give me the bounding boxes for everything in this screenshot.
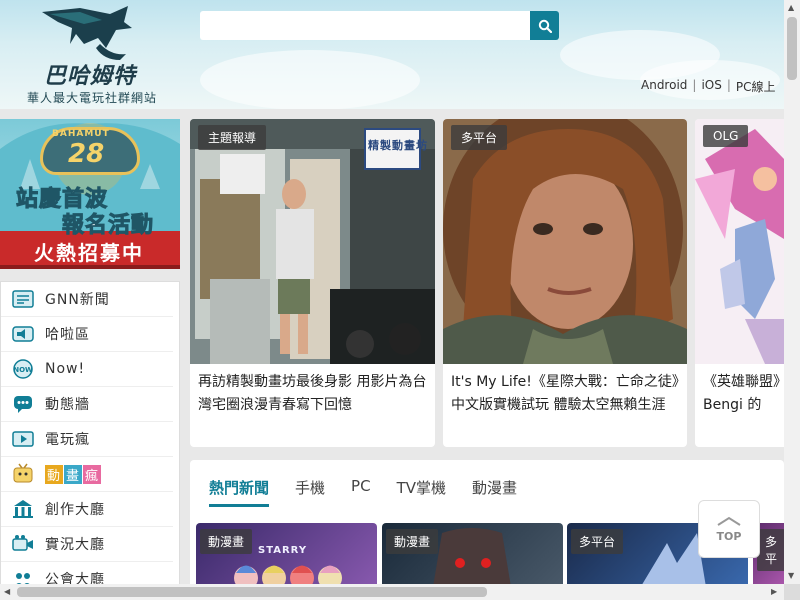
news-tabs: 熱門新聞 手機 PC TV掌機 動漫畫: [209, 477, 543, 507]
tab-hot-news[interactable]: 熱門新聞: [209, 477, 270, 507]
card-photo-shop[interactable]: 精製動畫坊: [190, 119, 435, 364]
banner-line2: 報名活動: [61, 213, 155, 239]
scroll-up-arrow-icon[interactable]: ▲: [788, 3, 794, 12]
camera-icon: [11, 533, 35, 555]
vertical-scroll-thumb[interactable]: [787, 17, 797, 80]
anniversary-banner[interactable]: BAHAMUT 28 站慶首波 報名活動 火熱招募中: [0, 119, 180, 269]
menu-item-label: 動態牆: [45, 397, 90, 413]
menu-item-label: 實況大廳: [45, 537, 105, 553]
tab-anime-comics[interactable]: 動漫畫: [472, 477, 517, 507]
news-card[interactable]: 精製動畫坊 主題報導 再訪精製動畫坊最後身影 用影片為台灣宅圈浪漫青春寫下回憶: [190, 119, 435, 447]
scroll-down-arrow-icon[interactable]: ▼: [788, 571, 794, 580]
menu-item-label: 哈啦區: [45, 327, 90, 343]
badge-text: BAHAMUT: [52, 129, 110, 139]
anime-chip: 動: [45, 464, 64, 484]
category-tag[interactable]: 多平台: [571, 529, 624, 554]
tab-pc[interactable]: PC: [351, 477, 371, 507]
tv-mascot-icon: [11, 463, 35, 485]
category-tag[interactable]: OLG: [703, 125, 749, 147]
card-photo-skin[interactable]: [695, 119, 784, 364]
vertical-scrollbar[interactable]: ▲ ▼: [784, 0, 800, 584]
tab-mobile[interactable]: 手機: [295, 477, 325, 507]
tab-tv-handheld[interactable]: TV掌機: [397, 477, 446, 507]
category-tag[interactable]: 主題報導: [198, 125, 267, 150]
site-slogan: 華人最大電玩社群網站: [27, 91, 158, 105]
link-pc-online[interactable]: PC線上: [731, 78, 781, 95]
menu-item-creation[interactable]: 創作大廳: [1, 492, 173, 527]
horizontal-scroll-thumb[interactable]: [17, 587, 487, 597]
category-tag[interactable]: 動漫畫: [200, 529, 253, 554]
svg-text:NOW: NOW: [13, 366, 33, 374]
scroll-right-arrow-icon[interactable]: ▶: [771, 587, 777, 596]
site-header: 巴哈姆特 華人最大電玩社群網站 Android | iOS | PC線上: [0, 0, 784, 109]
thumb-overlay-text: STARRY: [258, 545, 308, 556]
back-to-top-button[interactable]: TOP: [698, 500, 760, 558]
menu-item-guild[interactable]: 公會大廳: [1, 562, 173, 585]
side-menu: GNN新聞 哈啦區 NOW Now! 動態牆 電玩瘋 動畫瘋 創作大廳 實況大廳…: [0, 281, 180, 586]
horizontal-scrollbar[interactable]: ◀ ▶: [0, 584, 784, 600]
menu-item-label: 創作大廳: [45, 502, 105, 518]
site-logo-text[interactable]: 巴哈姆特: [44, 58, 136, 90]
category-tag[interactable]: 多平: [757, 529, 784, 571]
menu-item-anime[interactable]: 動畫瘋: [1, 457, 173, 492]
anniversary-number: 28: [68, 139, 105, 169]
menu-item-label: GNN新聞: [45, 292, 110, 308]
menu-item-live[interactable]: 實況大廳: [1, 527, 173, 562]
header-cloud: [200, 50, 420, 109]
search-button[interactable]: [530, 11, 559, 40]
menu-item-game-video[interactable]: 電玩瘋: [1, 422, 173, 457]
library-icon: [11, 498, 35, 520]
scroll-left-arrow-icon[interactable]: ◀: [4, 587, 10, 596]
megaphone-icon: [11, 323, 35, 345]
card-photo-character[interactable]: [443, 119, 687, 364]
category-tag[interactable]: 動漫畫: [386, 529, 439, 554]
news-card[interactable]: OLG 《英雄聯盟》T1 戰隊造型對 Bengi 的: [695, 119, 784, 447]
card-caption[interactable]: 《英雄聯盟》T1 戰隊造型對 Bengi 的: [703, 371, 784, 417]
menu-item-wall[interactable]: 動態牆: [1, 387, 173, 422]
back-to-top-label: TOP: [716, 529, 742, 543]
menu-item-gnn[interactable]: GNN新聞: [1, 282, 173, 317]
news-card[interactable]: 多平台 It's My Life!《星際大戰：亡命之徒》中文版實機試玩 體驗太空…: [443, 119, 687, 447]
dragon-logo-icon[interactable]: [40, 4, 140, 64]
scrollbar-corner: [784, 584, 800, 600]
top-links: Android | iOS | PC線上: [636, 78, 781, 95]
chevron-up-icon: [717, 516, 741, 526]
menu-item-forum[interactable]: 哈啦區: [1, 317, 173, 352]
news-thumb[interactable]: 動漫畫: [382, 523, 563, 590]
anime-chip: 畫: [64, 464, 83, 484]
news-thumb[interactable]: STARRY 動漫畫: [196, 523, 377, 590]
menu-item-label: 電玩瘋: [45, 432, 90, 448]
card-caption[interactable]: 再訪精製動畫坊最後身影 用影片為台灣宅圈浪漫青春寫下回憶: [198, 371, 427, 417]
menu-item-now[interactable]: NOW Now!: [1, 352, 173, 387]
now-icon: NOW: [11, 358, 35, 380]
hot-news-section: 熱門新聞 手機 PC TV掌機 動漫畫 STARRY 動漫畫 動漫畫 多平台 多…: [190, 460, 784, 590]
shop-sign: 精製動畫坊: [368, 139, 428, 152]
link-ios[interactable]: iOS: [696, 78, 726, 95]
newspaper-icon: [11, 288, 35, 310]
video-player-icon: [11, 428, 35, 450]
menu-item-label: Now!: [45, 361, 86, 377]
anime-chip: 瘋: [83, 464, 102, 484]
category-tag[interactable]: 多平台: [451, 125, 508, 150]
search-input[interactable]: [200, 11, 530, 40]
link-android[interactable]: Android: [636, 78, 692, 95]
anime-chips: 動畫瘋: [45, 464, 102, 484]
search-icon: [538, 19, 552, 33]
banner-line3: 火熱招募中: [34, 241, 144, 265]
chat-bubble-icon: [11, 393, 35, 415]
card-caption[interactable]: It's My Life!《星際大戰：亡命之徒》中文版實機試玩 體驗太空無賴生涯: [451, 371, 679, 417]
